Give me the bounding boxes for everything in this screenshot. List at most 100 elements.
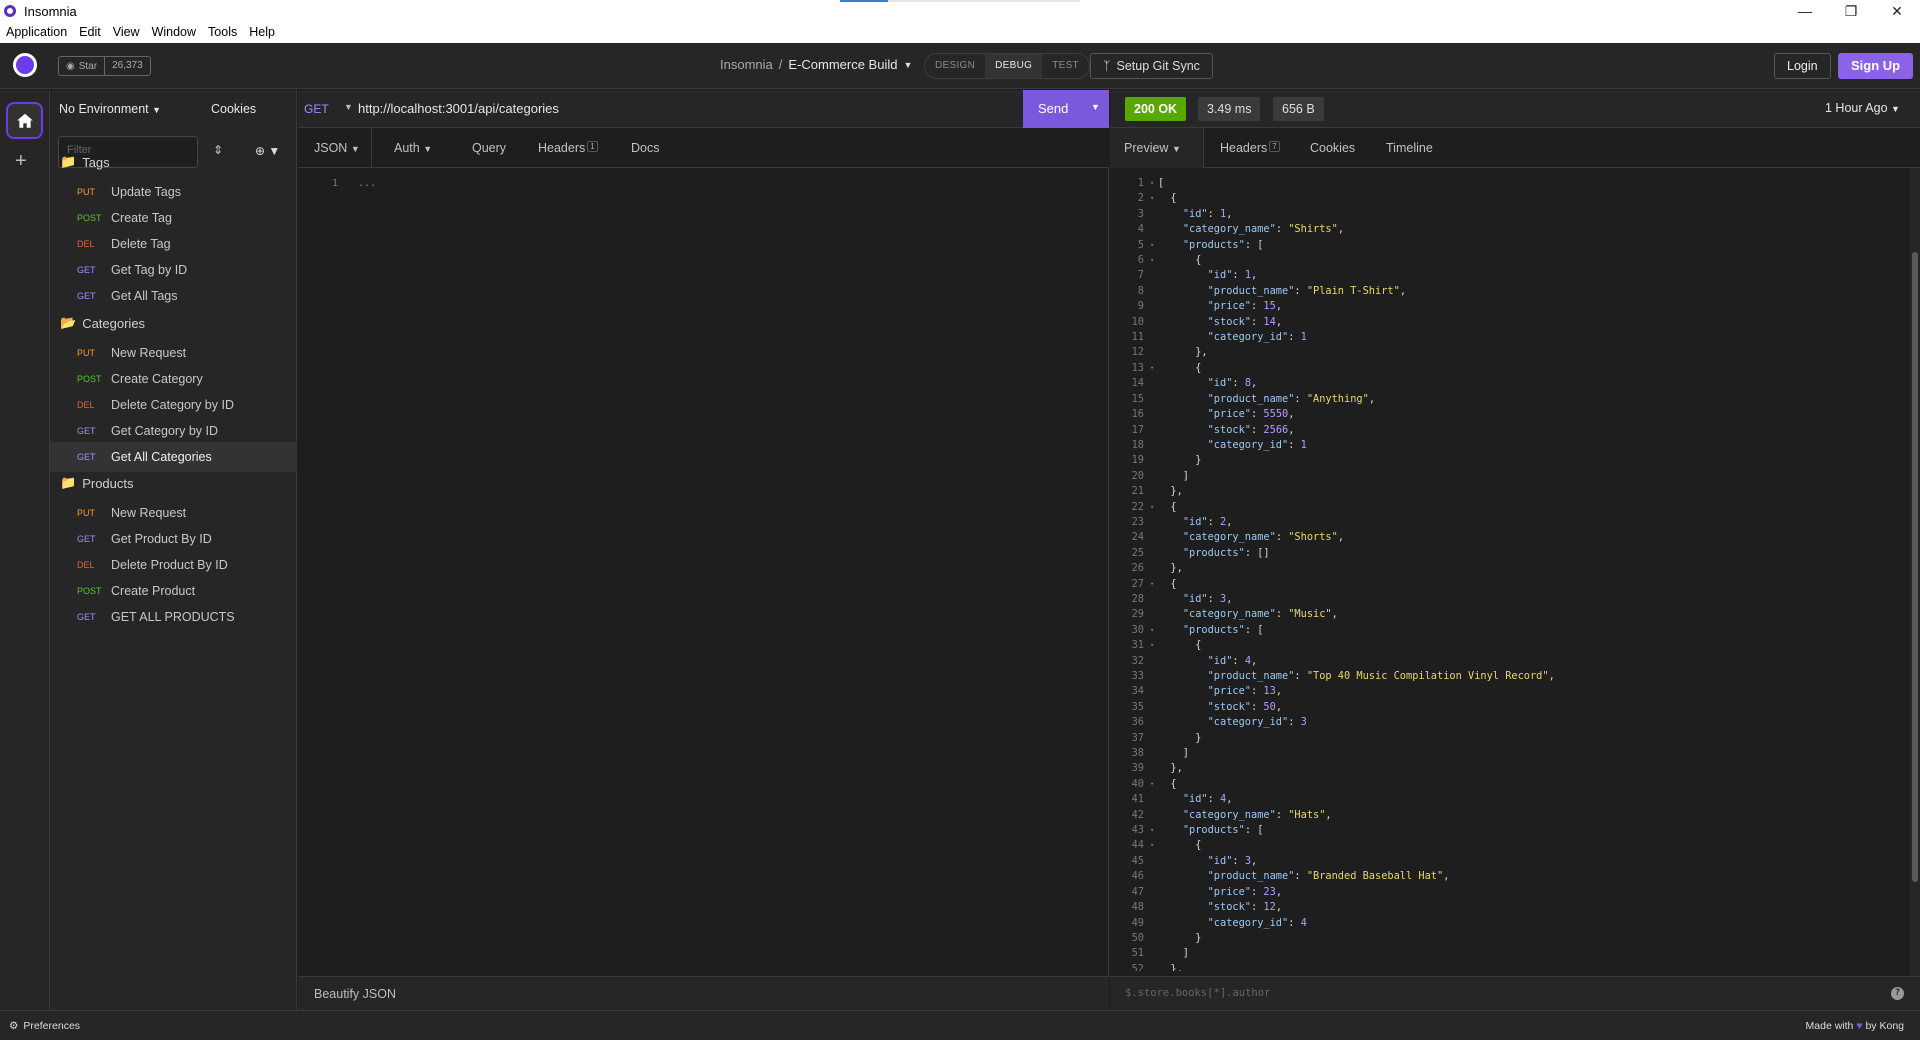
method-badge: GET (77, 452, 96, 462)
menu-application[interactable]: Application (6, 25, 67, 39)
folder-tags[interactable]: 📁 Tags (60, 154, 110, 170)
menu-edit[interactable]: Edit (79, 25, 101, 39)
fold-toggle-icon[interactable]: ▾ (1150, 238, 1158, 253)
fold-toggle-icon[interactable]: ▾ (1150, 623, 1158, 638)
git-sync-button[interactable]: ᛉ Setup Git Sync (1090, 53, 1213, 79)
tab-headers[interactable]: Headers 1 (538, 141, 598, 155)
tab-body[interactable]: JSON ▼ (314, 141, 360, 155)
line-number: 2 (1137, 192, 1144, 205)
url-input[interactable]: http://localhost:3001/api/categories (358, 101, 559, 116)
code-text: "product_name": "Branded Baseball Hat", (1207, 870, 1450, 883)
code-line: 43 ▾ "products": [ (1110, 823, 1910, 838)
window-titlebar: Insomnia Application Edit View Window To… (0, 0, 1920, 43)
tab-timeline[interactable]: Timeline (1386, 141, 1433, 155)
tab-response-headers[interactable]: Headers 7 (1220, 141, 1280, 155)
response-headers-count-badge: 7 (1269, 141, 1280, 152)
status-footer: ⚙ Preferences Made with ♥ by Kong (0, 1010, 1920, 1040)
tab-divider (371, 128, 372, 168)
chevron-down-icon[interactable]: ▼ (1091, 102, 1100, 112)
mode-design[interactable]: DESIGN (925, 54, 985, 78)
code-text: "price": 15, (1207, 300, 1283, 313)
fold-toggle-icon[interactable]: ▾ (1150, 500, 1158, 515)
response-filter-input[interactable]: $.store.books[*].author ? (1110, 976, 1920, 1010)
tab-query[interactable]: Query (472, 141, 506, 155)
code-line: 44 ▾ { (1110, 838, 1910, 853)
line-number: 29 (1131, 608, 1144, 621)
line-number: 15 (1131, 392, 1144, 405)
code-text: "category_name": "Hats", (1182, 808, 1332, 821)
add-workspace-icon[interactable]: + (15, 150, 27, 173)
request-item[interactable]: GET GET ALL PRODUCTS (50, 602, 297, 632)
minimize-icon[interactable]: — (1782, 0, 1828, 22)
code-text: { (1158, 577, 1177, 590)
environment-selector[interactable]: No Environment ▼ (59, 102, 161, 116)
home-button[interactable] (6, 102, 43, 139)
breadcrumb-root[interactable]: Insomnia (720, 57, 773, 72)
line-number: 6 (1137, 254, 1144, 267)
line-number: 33 (1131, 670, 1144, 682)
restore-icon[interactable]: ❐ (1828, 0, 1874, 22)
line-number: 17 (1131, 423, 1144, 436)
fold-toggle-icon[interactable]: ▾ (1150, 361, 1158, 376)
sidebar: No Environment ▼ Cookies Filter ⇕ ⊕ ▼ 📁 … (50, 90, 297, 1010)
line-number: 4 (1137, 223, 1144, 236)
scrollbar-thumb[interactable] (1912, 252, 1918, 882)
mode-test[interactable]: TEST (1042, 54, 1089, 78)
method-selector[interactable]: GET (304, 102, 329, 116)
chevron-down-icon[interactable]: ▼ (903, 60, 912, 70)
fold-toggle-icon[interactable]: ▾ (1150, 191, 1158, 206)
fold-toggle-icon[interactable]: ▾ (1150, 777, 1158, 792)
request-item-active[interactable]: GET Get All Categories (50, 442, 297, 472)
fold-toggle-icon[interactable]: ▾ (1150, 176, 1158, 191)
github-star-button[interactable]: ◉ Star 26,373 (58, 56, 151, 76)
send-button[interactable]: Send ▼ (1023, 90, 1109, 128)
fold-toggle-icon[interactable]: ▾ (1150, 823, 1158, 838)
star-count: 26,373 (112, 60, 143, 71)
folder-open-icon: 📂 (60, 315, 77, 330)
chevron-down-icon[interactable]: ▼ (344, 102, 353, 112)
history-selector[interactable]: 1 Hour Ago ▼ (1825, 101, 1900, 115)
fold-toggle-icon[interactable]: ▾ (1150, 838, 1158, 853)
fold-toggle-icon[interactable]: ▾ (1150, 577, 1158, 592)
folder-products[interactable]: 📁 Products (60, 475, 134, 491)
code-text: }, (1158, 762, 1183, 775)
request-item[interactable]: GET Get All Tags (50, 281, 297, 311)
tab-preview[interactable]: Preview ▼ (1124, 141, 1181, 155)
response-body[interactable]: 1 ▾[2 ▾ {3 "id": 1, 4 "category_name": "Shi… (1110, 176, 1910, 971)
code-text: { (1158, 254, 1202, 267)
code-text: "stock": 14, (1207, 315, 1283, 328)
folder-categories[interactable]: 📂 Categories (60, 315, 145, 331)
cookies-button[interactable]: Cookies (211, 102, 256, 116)
signup-button[interactable]: Sign Up (1838, 53, 1914, 79)
sort-icon[interactable]: ⇕ (213, 143, 223, 157)
menu-window[interactable]: Window (152, 25, 196, 39)
response-scrollbar[interactable] (1910, 168, 1920, 976)
add-request-icon[interactable]: ⊕ ▼ (255, 144, 280, 158)
login-button[interactable]: Login (1774, 53, 1831, 79)
body-editor[interactable]: 1... (332, 178, 376, 189)
project-selector[interactable]: E-Commerce Build (788, 57, 897, 72)
help-icon[interactable]: ? (1891, 987, 1904, 1000)
menu-help[interactable]: Help (249, 25, 275, 39)
menu-bar: Application Edit View Window Tools Help (6, 25, 275, 39)
mode-debug[interactable]: DEBUG (985, 54, 1043, 78)
close-icon[interactable]: ✕ (1874, 0, 1920, 22)
code-text: }, (1158, 485, 1183, 498)
environment-row: No Environment ▼ Cookies (50, 90, 297, 128)
preferences-button[interactable]: ⚙ Preferences (9, 1020, 80, 1032)
window-title: Insomnia (24, 4, 77, 19)
tab-docs[interactable]: Docs (631, 141, 659, 155)
code-line: 36 "category_id": 3 (1110, 715, 1910, 730)
menu-tools[interactable]: Tools (208, 25, 237, 39)
menu-view[interactable]: View (113, 25, 140, 39)
fold-toggle-icon[interactable]: ▾ (1150, 638, 1158, 653)
tab-auth[interactable]: Auth ▼ (394, 141, 432, 155)
fold-toggle-icon[interactable]: ▾ (1150, 253, 1158, 268)
insomnia-brand-icon[interactable] (13, 53, 37, 77)
tab-response-cookies[interactable]: Cookies (1310, 141, 1355, 155)
beautify-json-button[interactable]: Beautify JSON (298, 976, 1109, 1010)
